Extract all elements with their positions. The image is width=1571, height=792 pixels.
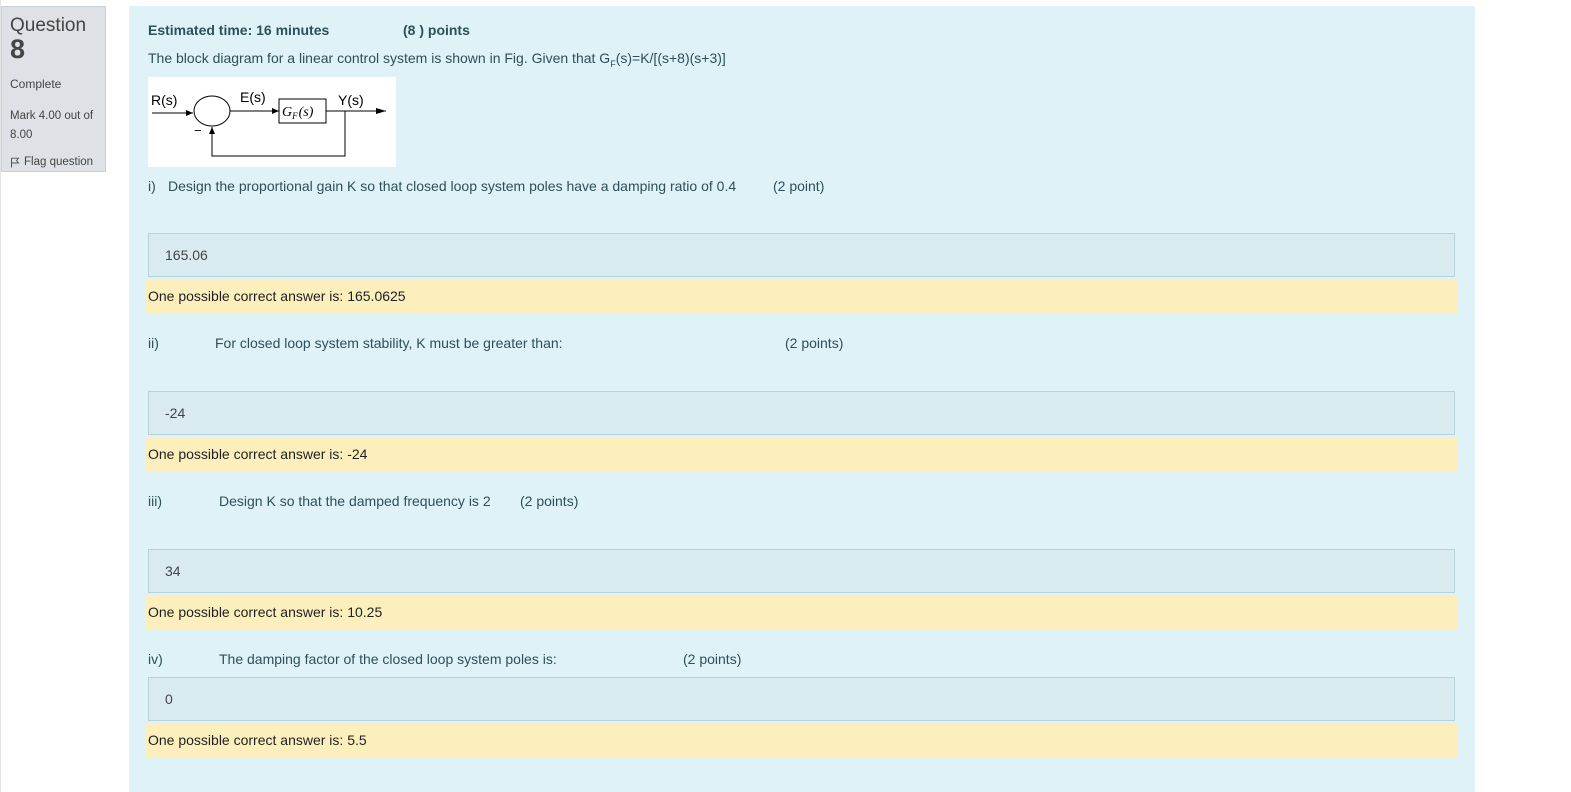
answer-input-iv[interactable] bbox=[148, 677, 1455, 721]
error-arrow bbox=[272, 108, 279, 114]
flag-icon bbox=[11, 157, 20, 167]
summing-junction bbox=[193, 95, 231, 127]
answer-input-i[interactable] bbox=[148, 233, 1455, 277]
part-ii-points: (2 points) bbox=[785, 335, 844, 351]
part-iii-points: (2 points) bbox=[520, 493, 579, 509]
block-diagram-svg: R(s) E(s) Y(s) − GF(s) bbox=[151, 89, 386, 157]
flag-question-label: Flag question bbox=[24, 156, 94, 168]
label-input: R(s) bbox=[151, 92, 177, 108]
plant-label-g: G bbox=[282, 105, 292, 120]
plant-label: GF(s) bbox=[282, 105, 314, 121]
part-iv-text: The damping factor of the closed loop sy… bbox=[219, 651, 557, 667]
question-info-panel: Question 8 Complete Mark 4.00 out of 8.0… bbox=[1, 6, 106, 172]
answer-input-iii[interactable] bbox=[148, 549, 1455, 593]
part-ii-label: ii) bbox=[148, 335, 159, 351]
question-grade: Mark 4.00 out of 8.00 bbox=[10, 107, 97, 145]
feedback-ii: One possible correct answer is: -24 bbox=[146, 437, 1458, 472]
answer-input-ii[interactable] bbox=[148, 391, 1455, 435]
question-number-label: Question 8 bbox=[10, 15, 97, 64]
label-error: E(s) bbox=[240, 89, 266, 105]
plant-label-sub: F bbox=[291, 111, 298, 121]
label-minus: − bbox=[194, 123, 202, 138]
part-iii-text: Design K so that the damped frequency is… bbox=[219, 493, 491, 509]
feedback-i: One possible correct answer is: 165.0625 bbox=[146, 279, 1458, 314]
part-ii-text: For closed loop system stability, K must… bbox=[215, 335, 563, 351]
question-state: Complete bbox=[10, 77, 62, 91]
feedback-iii: One possible correct answer is: 10.25 bbox=[146, 595, 1458, 630]
input-arrow bbox=[186, 110, 193, 116]
part-i-text: Design the proportional gain K so that c… bbox=[168, 178, 737, 194]
part-iv-label: iv) bbox=[148, 651, 163, 667]
plant-label-arg: (s) bbox=[299, 105, 314, 120]
feedback-iv: One possible correct answer is: 5.5 bbox=[146, 723, 1458, 758]
block-diagram: R(s) E(s) Y(s) − GF(s) bbox=[148, 77, 396, 167]
grade-line-2: 8.00 bbox=[10, 129, 33, 141]
feedback-arrow bbox=[209, 127, 215, 134]
question-label: Question bbox=[10, 15, 87, 36]
estimated-time: Estimated time: 16 minutes bbox=[148, 22, 330, 38]
output-arrow bbox=[376, 108, 386, 114]
question-intro: The block diagram for a linear control s… bbox=[148, 50, 726, 69]
part-iii-label: iii) bbox=[148, 493, 162, 509]
question-content: Estimated time: 16 minutes (8 ) points T… bbox=[129, 6, 1475, 792]
part-i-points: (2 point) bbox=[773, 178, 825, 194]
part-iv-points: (2 points) bbox=[683, 651, 742, 667]
flag-question-button[interactable]: Flag question bbox=[10, 156, 97, 168]
part-i-label: i) bbox=[148, 178, 156, 194]
intro-text: The block diagram for a linear control s… bbox=[148, 50, 611, 66]
question-number: 8 bbox=[10, 34, 26, 64]
label-output: Y(s) bbox=[338, 92, 364, 108]
grade-line-1: Mark 4.00 out of bbox=[10, 110, 94, 122]
intro-text-end: (s)=K/[(s+8)(s+3)] bbox=[615, 50, 726, 66]
total-points: (8 ) points bbox=[403, 22, 470, 38]
